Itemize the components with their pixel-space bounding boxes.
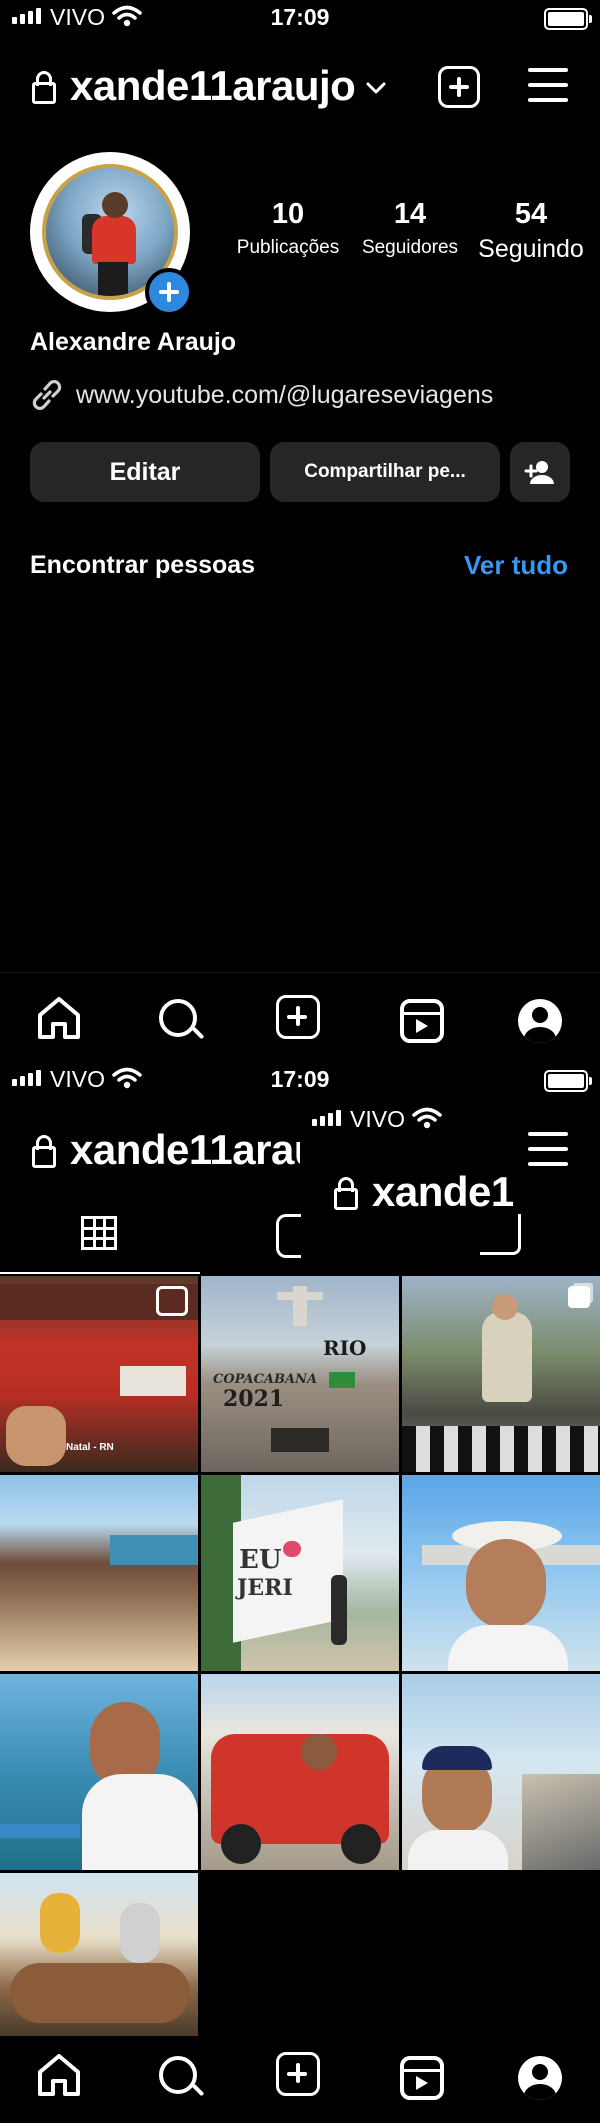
edit-profile-button[interactable]: Editar: [30, 442, 260, 502]
bottom-nav-bottom: [0, 2034, 600, 2123]
menu-button[interactable]: [528, 1130, 570, 1170]
post-tile[interactable]: EU JERI: [201, 1475, 399, 1671]
username: xande11araujo: [70, 62, 356, 109]
edit-profile-label: Editar: [109, 457, 181, 486]
stat-label: Seguidores: [361, 237, 459, 258]
post-tile[interactable]: [201, 1674, 399, 1870]
profile-icon: [518, 2056, 562, 2100]
add-person-icon: [524, 461, 554, 484]
post-tile[interactable]: [0, 1674, 198, 1870]
share-profile-button[interactable]: Compartilhar pe...: [270, 442, 500, 502]
account-switcher[interactable]: xande11araujo: [32, 60, 387, 112]
nav-home[interactable]: [35, 2052, 85, 2102]
reels-icon: [400, 999, 444, 1043]
clock: 17:09: [270, 1066, 330, 1092]
add-story-button[interactable]: [145, 268, 193, 316]
nav-create[interactable]: [276, 2052, 326, 2102]
battery-icon: [544, 8, 592, 30]
link-icon: [32, 380, 62, 410]
profile-name: Alexandre Araujo: [30, 328, 237, 356]
status-bar-bottom: VIVO 17:09: [0, 1062, 600, 1102]
nav-search[interactable]: [155, 995, 205, 1045]
home-icon: [38, 997, 80, 1039]
stat-label: Seguindo: [478, 235, 584, 263]
menu-button[interactable]: [528, 66, 570, 106]
nav-search[interactable]: [155, 2052, 205, 2102]
plus-square-icon: [438, 66, 480, 108]
create-icon: [276, 995, 320, 1039]
share-profile-label: Compartilhar pe...: [304, 461, 466, 482]
profile-icon: [518, 999, 562, 1043]
post-tile[interactable]: [0, 1475, 198, 1671]
nav-reels[interactable]: [396, 995, 446, 1045]
post-tile[interactable]: [402, 1674, 600, 1870]
battery-icon: [544, 1070, 592, 1092]
post-caption: 2021: [223, 1386, 285, 1412]
wifi-icon: [412, 1107, 442, 1129]
lock-icon: [334, 1177, 358, 1210]
overlay-fragment: VIVO xande1: [300, 1100, 530, 1220]
stat-followers[interactable]: 14 Seguidores: [350, 198, 470, 259]
profile-link[interactable]: www.youtube.com/@lugareseviagens: [30, 378, 493, 412]
lock-icon: [32, 1135, 56, 1168]
nav-create[interactable]: [276, 995, 326, 1045]
account-switcher-2[interactable]: xande11arau: [32, 1124, 300, 1176]
tagged-tab-icon[interactable]: [480, 1214, 521, 1255]
reel-badge-icon: [156, 1286, 188, 1316]
home-icon: [38, 2054, 80, 2096]
post-caption: COPACABANA: [213, 1372, 318, 1387]
post-tile[interactable]: [402, 1475, 600, 1671]
reels-icon: [400, 2056, 444, 2100]
post-caption: EU: [239, 1545, 282, 1575]
post-caption: RIO: [323, 1336, 367, 1360]
stat-following[interactable]: 54 Seguindo: [472, 198, 590, 264]
stat-posts[interactable]: 10 Publicações: [228, 198, 348, 259]
lock-icon: [32, 71, 56, 104]
see-all-link[interactable]: Ver tudo: [464, 550, 568, 581]
create-icon: [276, 2052, 320, 2096]
clock: 17:09: [270, 4, 330, 30]
nav-profile[interactable]: [514, 995, 564, 1045]
create-post-button[interactable]: [438, 66, 480, 108]
discover-people-button[interactable]: [510, 442, 570, 502]
posts-grid: Natal - RN RIO COPACABANA 2021 EU JERI: [0, 1276, 600, 2036]
post-caption: Natal - RN: [66, 1442, 114, 1453]
status-bar-top: VIVO 17:09: [0, 0, 600, 40]
stat-value: 10: [271, 198, 305, 230]
profile-link-text: www.youtube.com/@lugareseviagens: [76, 380, 494, 409]
search-icon: [159, 999, 197, 1037]
post-tile[interactable]: Natal - RN: [0, 1276, 198, 1472]
post-tile[interactable]: [402, 1276, 600, 1472]
stat-value: 14: [393, 198, 427, 230]
grid-tab-icon[interactable]: [81, 1216, 117, 1250]
stat-value: 54: [514, 198, 548, 230]
nav-reels[interactable]: [396, 2052, 446, 2102]
post-tile[interactable]: RIO COPACABANA 2021: [201, 1276, 399, 1472]
username: xande1: [372, 1168, 514, 1215]
search-icon: [159, 2056, 197, 2094]
username: xande11arau: [70, 1126, 300, 1173]
tab-indicator: [0, 1272, 200, 1274]
discover-title: Encontrar pessoas: [30, 551, 256, 579]
carousel-badge-icon: [568, 1286, 590, 1308]
post-tile[interactable]: [0, 1873, 198, 2036]
reels-tab-icon[interactable]: [276, 1214, 301, 1258]
stat-label: Publicações: [236, 237, 340, 258]
nav-home[interactable]: [35, 995, 85, 1045]
nav-profile[interactable]: [514, 2052, 564, 2102]
chevron-down-icon: [366, 82, 386, 94]
post-caption: JERI: [237, 1575, 293, 1601]
carrier-label: VIVO: [350, 1106, 405, 1132]
